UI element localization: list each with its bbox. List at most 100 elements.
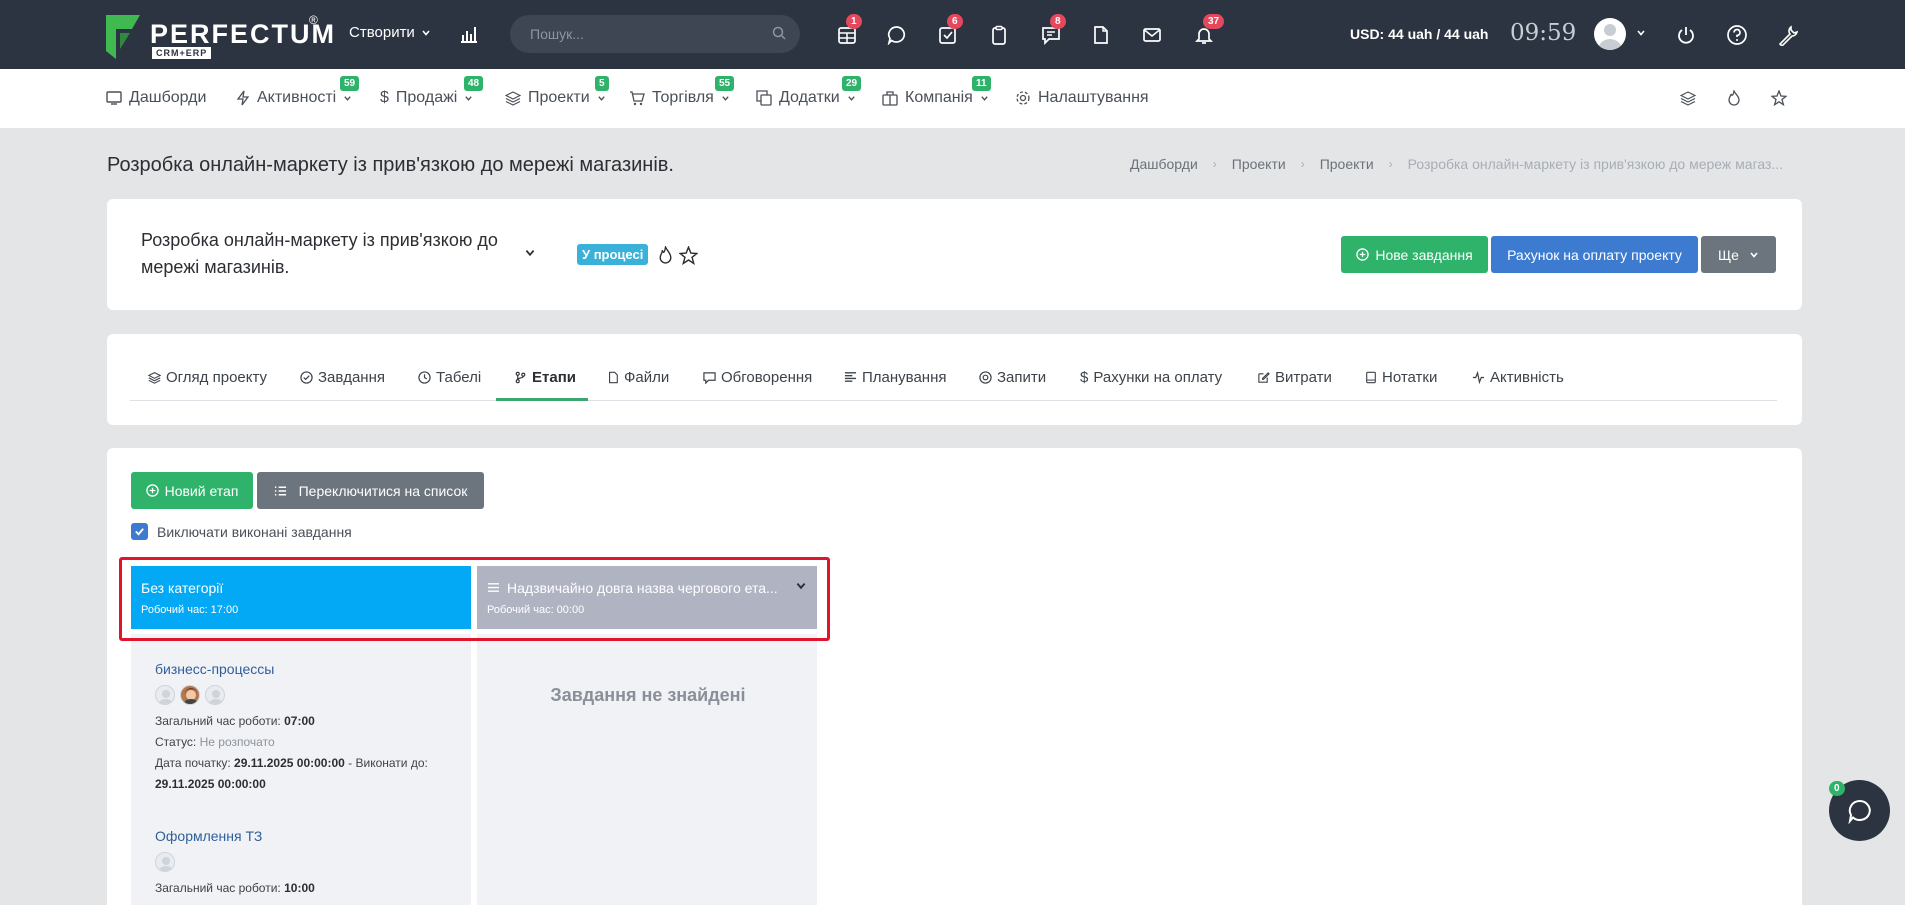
notifications-button[interactable]: 37 [1191, 14, 1225, 48]
settings-button[interactable] [1775, 22, 1801, 48]
fire-icon[interactable] [657, 246, 674, 265]
search-box [510, 15, 800, 53]
new-stage-button[interactable]: Новий етап [131, 472, 253, 509]
fire-icon[interactable] [1726, 90, 1742, 106]
project-header-card: Розробка онлайн-маркету із прив'язкою до… [107, 199, 1802, 310]
avatar[interactable] [205, 685, 225, 705]
tab-requests[interactable]: Запити [979, 369, 1046, 386]
nav-item-activities[interactable]: Активності 59 [236, 76, 360, 107]
chat-bubble-icon [1847, 799, 1871, 824]
switch-to-list-button[interactable]: Переключитися на список [257, 472, 484, 509]
tab-notes[interactable]: Нотатки [1365, 369, 1437, 386]
documents-button[interactable] [1088, 22, 1114, 48]
dollar-icon: $ [1080, 369, 1089, 386]
help-button[interactable] [1724, 22, 1750, 48]
search-input[interactable] [530, 15, 760, 53]
chevron-down-icon[interactable] [1636, 28, 1646, 38]
layers-icon [505, 91, 521, 106]
breadcrumb-item[interactable]: Дашборди [1130, 156, 1198, 172]
stage-column-long-name [477, 634, 817, 905]
user-silhouette-icon [158, 857, 174, 871]
nav-item-projects[interactable]: Проекти 5 [505, 76, 609, 107]
avatar[interactable] [180, 685, 200, 705]
clock: 09:59 [1510, 20, 1577, 46]
lightning-icon [236, 90, 250, 106]
clipboard-button[interactable] [986, 22, 1012, 48]
nav-item-addons[interactable]: Додатки 29 [756, 76, 862, 107]
logo[interactable]: PERFECTUM ® CRM+ERP [106, 13, 334, 61]
nav-item-sales[interactable]: $ Продажі 48 [380, 76, 484, 107]
breadcrumb-item[interactable]: Проекти [1232, 156, 1286, 172]
task-assignees [155, 685, 428, 705]
user-avatar[interactable] [1594, 18, 1626, 50]
nav-item-settings[interactable]: Налаштування [1015, 89, 1149, 107]
tab-files[interactable]: Файли [607, 369, 669, 386]
tab-label: Табелі [436, 369, 482, 386]
more-label: Ще [1718, 246, 1739, 263]
mail-button[interactable] [1139, 22, 1165, 48]
tab-expenses[interactable]: Витрати [1257, 369, 1332, 386]
create-dropdown[interactable]: Створити [349, 24, 431, 41]
project-invoice-button[interactable]: Рахунок на оплату проекту [1491, 236, 1698, 273]
nav-label: Торгівля [652, 89, 714, 106]
comment-icon [703, 372, 716, 384]
exclude-completed-checkbox[interactable] [131, 523, 148, 540]
task-title[interactable]: Оформлення ТЗ [155, 828, 315, 844]
bar-chart-icon[interactable] [459, 24, 479, 44]
logo-subtitle: CRM+ERP [152, 47, 212, 59]
tab-label: Планування [862, 369, 947, 386]
chevron-down-icon [422, 29, 430, 36]
dashboard-grid-button[interactable]: 1 [834, 14, 862, 48]
logout-button[interactable] [1673, 22, 1699, 48]
star-icon[interactable] [1771, 90, 1787, 106]
star-icon[interactable] [679, 246, 698, 265]
switch-to-list-label: Переключитися на список [298, 482, 468, 499]
tab-activity[interactable]: Активність [1472, 369, 1564, 386]
search-icon[interactable] [772, 26, 786, 40]
nav-label: Продажі [395, 89, 458, 106]
new-task-button[interactable]: Нове завдання [1341, 236, 1488, 273]
plus-circle-icon [145, 484, 159, 497]
checkmark-icon [135, 528, 144, 536]
nav-item-company[interactable]: Компанія 11 [882, 76, 991, 107]
task-title[interactable]: бизнесс-процессы [155, 661, 428, 677]
avatar[interactable] [155, 852, 175, 872]
tab-discussions[interactable]: Обговорення [703, 369, 812, 386]
tab-tasks[interactable]: Завдання [300, 369, 385, 386]
chevron-down-icon[interactable] [524, 247, 536, 259]
project-tabs: Огляд проекту Завдання Табелі Етапи Файл… [130, 355, 1777, 401]
new-task-label: Нове завдання [1375, 246, 1473, 263]
tab-planning[interactable]: Планування [844, 369, 947, 386]
create-label: Створити [349, 24, 415, 41]
dashboard-badge: 1 [846, 14, 862, 29]
chevron-down-icon [465, 95, 473, 101]
tab-overview[interactable]: Огляд проекту [148, 369, 267, 386]
tab-timesheets[interactable]: Табелі [418, 369, 481, 386]
layers-icon[interactable] [1680, 90, 1696, 106]
exclude-completed-label[interactable]: Виключати виконані завдання [157, 524, 352, 540]
nav-item-dashboards[interactable]: Дашборди [106, 89, 206, 107]
question-circle-icon [1727, 25, 1747, 45]
new-stage-label: Новий етап [164, 482, 239, 499]
breadcrumb-item[interactable]: Проекти [1320, 156, 1374, 172]
chat-button[interactable] [884, 22, 910, 48]
wrench-icon [1778, 25, 1799, 46]
currency-rate: USD: 44 uah / 44 uah [1350, 26, 1489, 42]
nav-item-trade[interactable]: Торгівля 55 [629, 76, 735, 107]
value: 29.11.2025 00:00:00 [155, 777, 266, 791]
status-badge: У процесі [577, 244, 649, 265]
label: Загальний час роботи: [155, 714, 281, 728]
chat-bubble-icon [887, 26, 906, 45]
page-title: Розробка онлайн-маркету із прив'язкою до… [107, 154, 674, 176]
more-dropdown-button[interactable]: Ще [1701, 236, 1776, 273]
logo-reg: ® [309, 13, 318, 27]
tasks-button[interactable]: 6 [935, 14, 963, 48]
tab-stages[interactable]: Етапи [514, 369, 576, 386]
gear-icon [1016, 91, 1030, 105]
tab-invoices[interactable]: $ Рахунки на оплату [1080, 369, 1222, 386]
avatar[interactable] [155, 685, 175, 705]
breadcrumb-separator-icon: › [1212, 157, 1217, 171]
messages-button[interactable]: 8 [1038, 14, 1066, 48]
chevron-down-icon [722, 95, 729, 101]
list-icon [274, 486, 286, 495]
